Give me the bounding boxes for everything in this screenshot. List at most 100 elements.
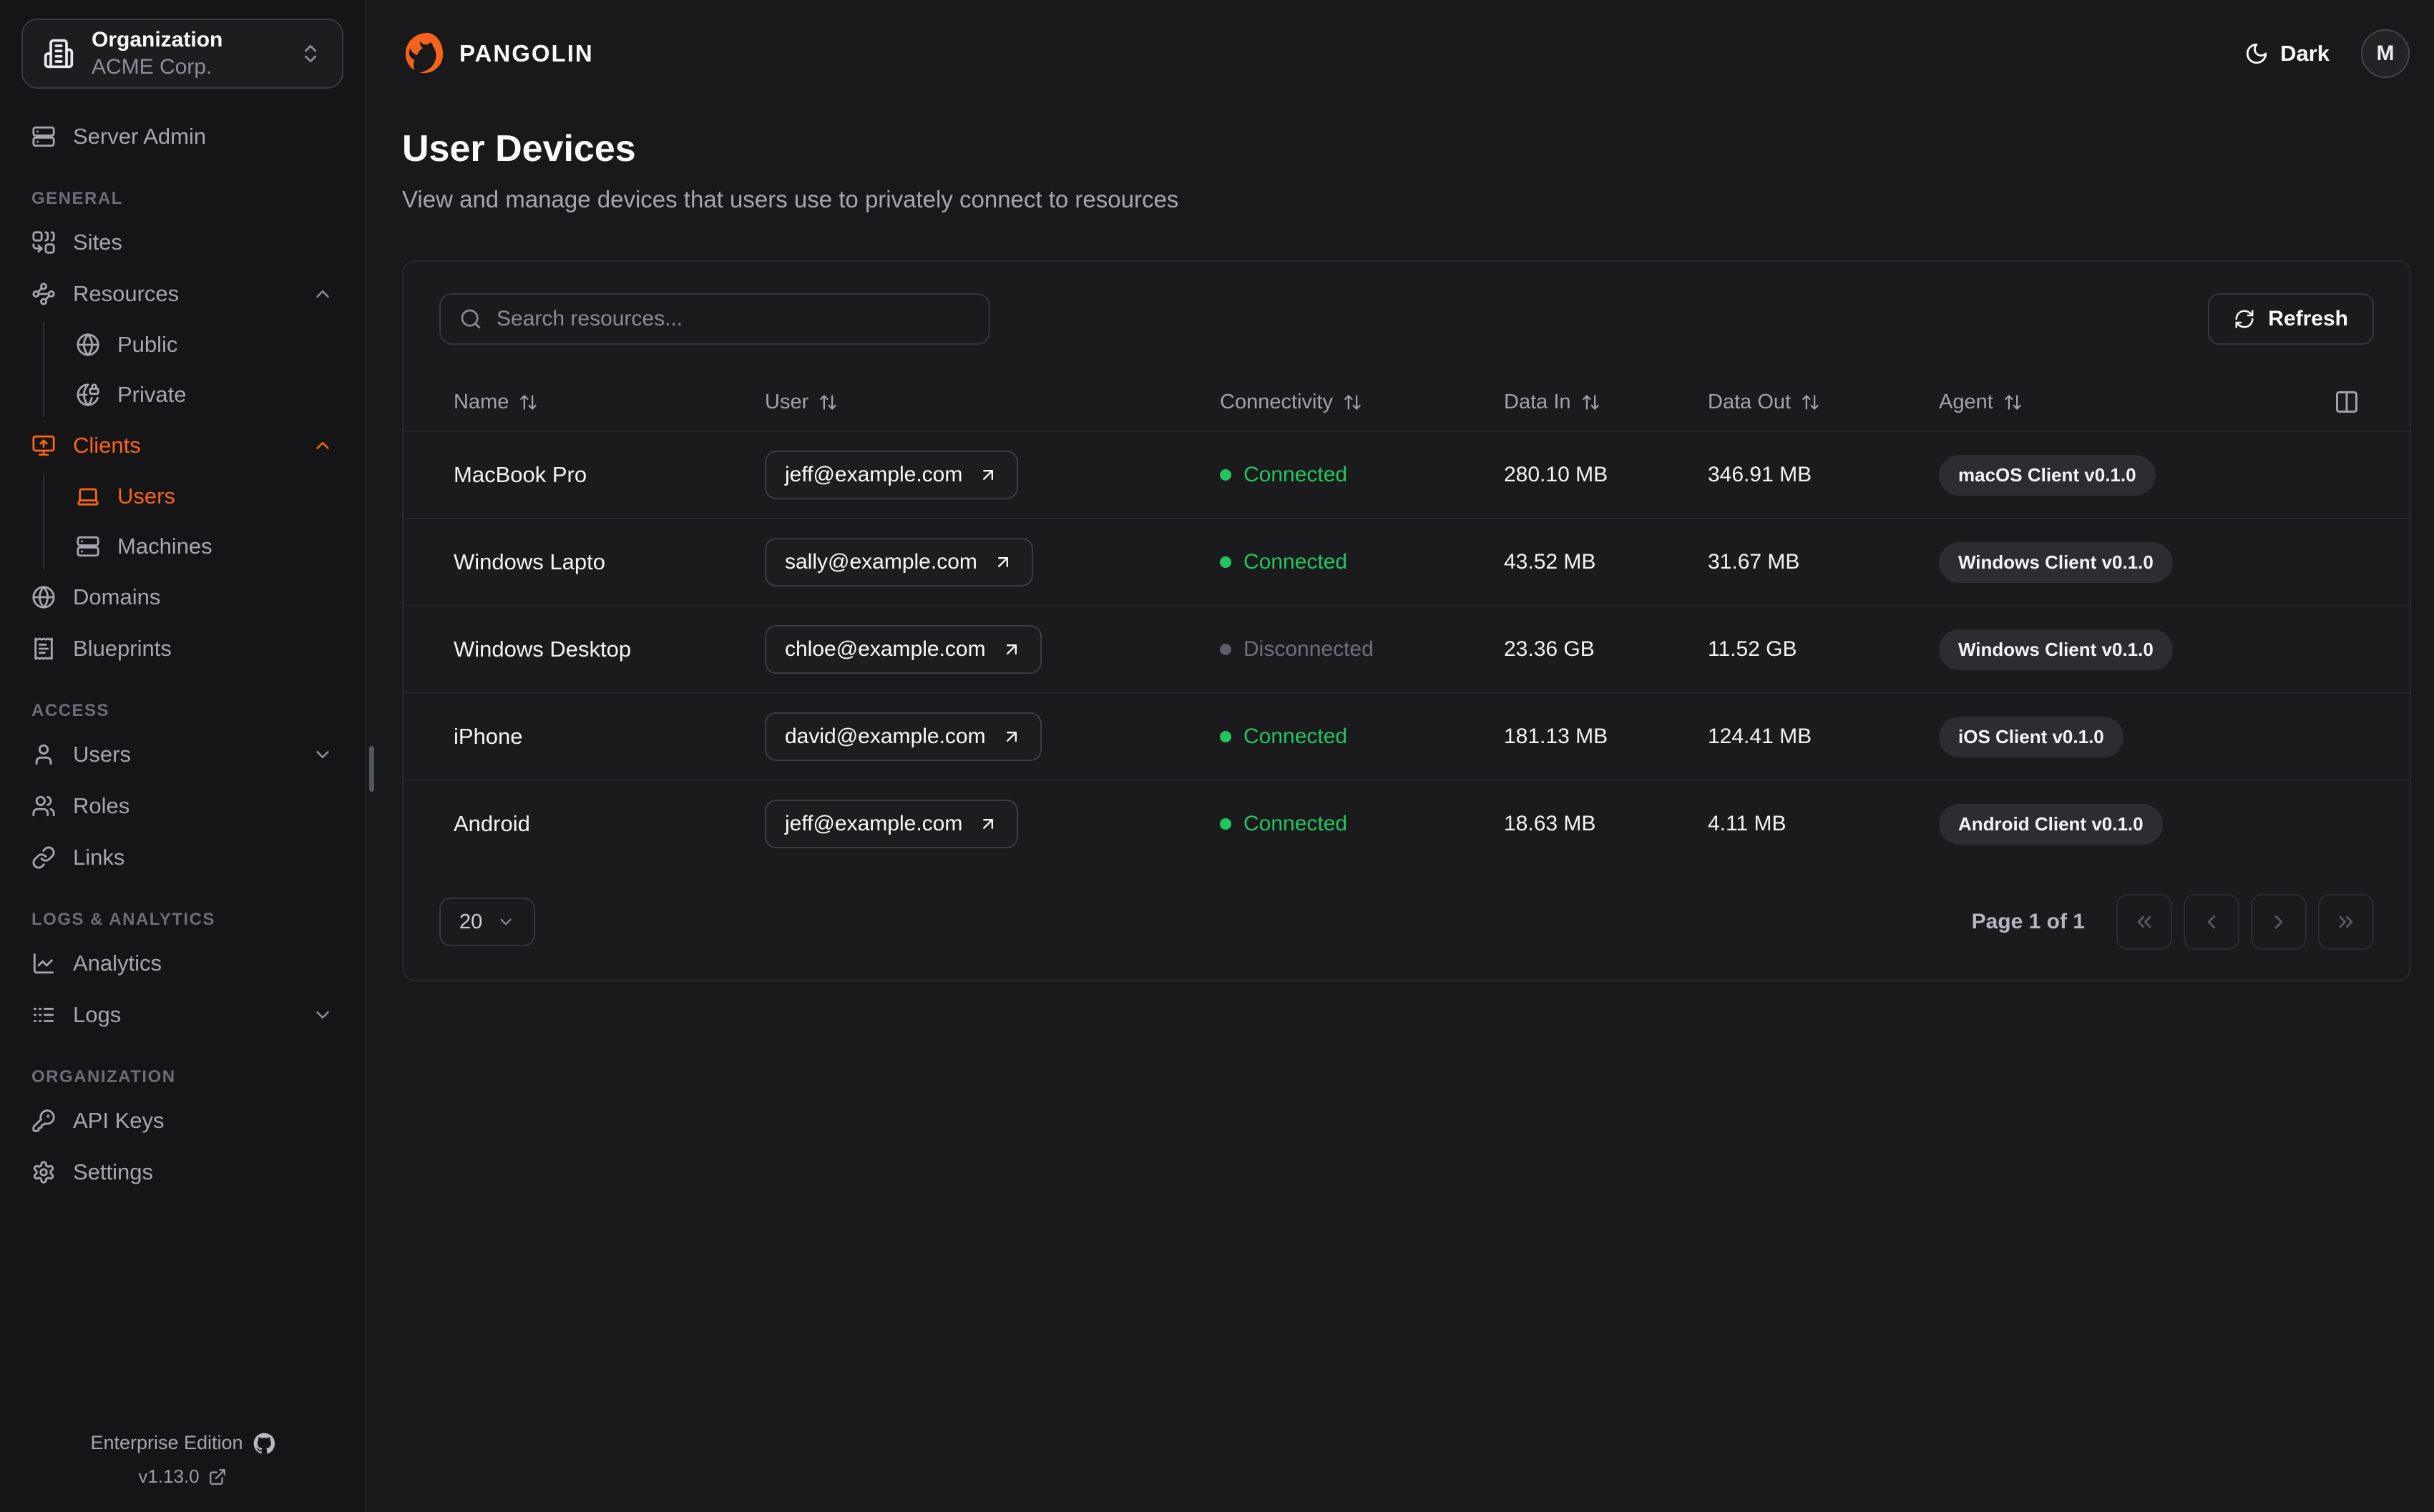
sidebar-item-sites[interactable]: Sites [19, 219, 346, 266]
arrow-up-right-icon [993, 552, 1013, 572]
page-subtitle: View and manage devices that users use t… [402, 186, 1179, 212]
column-header-agent[interactable]: Agent [1939, 391, 2295, 414]
sidebar-item-public[interactable]: Public [63, 322, 346, 368]
first-page-button[interactable] [2116, 894, 2172, 950]
user-icon [31, 742, 56, 767]
org-selector-value: ACME Corp. [92, 55, 212, 79]
brand-logo-link[interactable]: PANGOLIN [402, 31, 594, 76]
sidebar-item-label: Analytics [73, 951, 162, 976]
theme-toggle[interactable]: Dark [2244, 41, 2330, 67]
table-row: Windows Lapto sally@example.com Connecte… [404, 518, 2410, 605]
sort-icon [519, 393, 538, 412]
column-header-name[interactable]: Name [454, 391, 765, 414]
data-in-value: 18.63 MB [1504, 812, 1596, 835]
laptop-icon [76, 484, 100, 509]
column-header-connectivity[interactable]: Connectivity [1220, 391, 1504, 414]
edition-label: Enterprise Edition [90, 1432, 243, 1453]
refresh-button[interactable]: Refresh [2208, 293, 2374, 345]
page-size-value: 20 [459, 910, 483, 933]
connectivity-status: Connected [1220, 463, 1504, 487]
user-link[interactable]: jeff@example.com [765, 451, 1019, 499]
connectivity-status: Connected [1220, 725, 1504, 749]
sidebar-item-roles[interactable]: Roles [19, 782, 346, 830]
receipt-icon [31, 637, 56, 661]
sidebar-item-users[interactable]: Users [19, 731, 346, 778]
data-in-value: 181.13 MB [1504, 725, 1608, 748]
search-icon [459, 308, 482, 330]
column-header-data-out[interactable]: Data Out [1708, 391, 1939, 414]
waypoints-icon [31, 282, 56, 306]
device-name: Android [454, 811, 530, 836]
brand-name: PANGOLIN [459, 40, 594, 67]
page-info: Page 1 of 1 [1971, 910, 2085, 933]
device-name: Windows Lapto [454, 549, 605, 574]
building-icon [43, 38, 74, 69]
version-link[interactable]: v1.13.0 [138, 1466, 226, 1488]
chevron-up-icon [312, 283, 333, 305]
sidebar-item-domains[interactable]: Domains [19, 574, 346, 621]
column-header-data-in[interactable]: Data In [1504, 391, 1708, 414]
sidebar-nav: Server Admin GENERAL Sites Resources Pub… [0, 113, 365, 1196]
user-avatar[interactable]: M [2361, 29, 2410, 78]
last-page-button[interactable] [2318, 894, 2374, 950]
agent-badge: Android Client v0.1.0 [1939, 803, 2163, 845]
moon-icon [2244, 41, 2269, 66]
column-label: Name [454, 390, 509, 413]
org-selector[interactable]: Organization ACME Corp. [21, 19, 343, 89]
globe-icon [76, 333, 100, 357]
data-out-value: 31.67 MB [1708, 550, 1800, 574]
refresh-label: Refresh [2268, 307, 2348, 330]
sidebar-item-label: Private [117, 382, 187, 407]
status-dot [1220, 818, 1231, 830]
devices-card: Refresh Name User Connectivity Data In [402, 260, 2411, 981]
sidebar-item-private[interactable]: Private [63, 372, 346, 418]
search-input[interactable] [497, 307, 970, 331]
sidebar-item-analytics[interactable]: Analytics [19, 940, 346, 987]
chevron-down-icon [312, 744, 333, 765]
column-header-user[interactable]: User [765, 391, 1220, 414]
search-box [439, 293, 990, 345]
sidebar-item-client-users[interactable]: Users [63, 473, 346, 519]
sidebar-item-settings[interactable]: Settings [19, 1149, 346, 1196]
edition-link[interactable]: Enterprise Edition [90, 1432, 275, 1454]
data-in-value: 43.52 MB [1504, 550, 1596, 574]
table-header-row: Name User Connectivity Data In Data Out [404, 373, 2410, 431]
prev-page-button[interactable] [2184, 894, 2239, 950]
section-label-general: GENERAL [31, 189, 123, 208]
sidebar-item-api-keys[interactable]: API Keys [19, 1097, 346, 1144]
connectivity-status: Disconnected [1220, 637, 1504, 662]
user-email: sally@example.com [785, 550, 977, 574]
sidebar-item-blueprints[interactable]: Blueprints [19, 625, 346, 672]
sidebar: Organization ACME Corp. Server Admin GEN… [0, 0, 366, 1512]
section-label-access: ACCESS [31, 701, 110, 720]
page-header: User Devices View and manage devices tha… [402, 127, 2410, 213]
sidebar-scrollbar-thumb[interactable] [369, 746, 374, 792]
sidebar-item-label: Sites [73, 230, 122, 255]
sidebar-item-links[interactable]: Links [19, 834, 346, 881]
page-title: User Devices [402, 128, 636, 170]
next-page-button[interactable] [2251, 894, 2307, 950]
status-label: Connected [1243, 463, 1348, 486]
user-link[interactable]: chloe@example.com [765, 625, 1042, 674]
column-label: Data In [1504, 390, 1571, 413]
sidebar-item-machines[interactable]: Machines [63, 524, 346, 569]
status-dot [1220, 469, 1231, 481]
user-link[interactable]: sally@example.com [765, 538, 1033, 586]
sidebar-item-server-admin[interactable]: Server Admin [19, 113, 346, 160]
combine-icon [31, 230, 56, 255]
sidebar-item-resources[interactable]: Resources [19, 270, 346, 318]
gear-icon [31, 1160, 56, 1184]
agent-badge: iOS Client v0.1.0 [1939, 716, 2123, 757]
sidebar-item-label: Blueprints [73, 636, 172, 661]
user-link[interactable]: jeff@example.com [765, 800, 1019, 848]
sidebar-item-label: Roles [73, 793, 130, 818]
connectivity-status: Connected [1220, 550, 1504, 574]
github-icon [253, 1433, 275, 1454]
pagination-bar: 20 Page 1 of 1 [439, 894, 2374, 950]
page-size-select[interactable]: 20 [439, 898, 536, 946]
sidebar-item-logs[interactable]: Logs [19, 991, 346, 1039]
user-link[interactable]: david@example.com [765, 712, 1042, 761]
sidebar-item-clients[interactable]: Clients [19, 422, 346, 469]
status-label: Connected [1243, 550, 1348, 574]
columns-toggle-icon[interactable] [2334, 389, 2360, 415]
